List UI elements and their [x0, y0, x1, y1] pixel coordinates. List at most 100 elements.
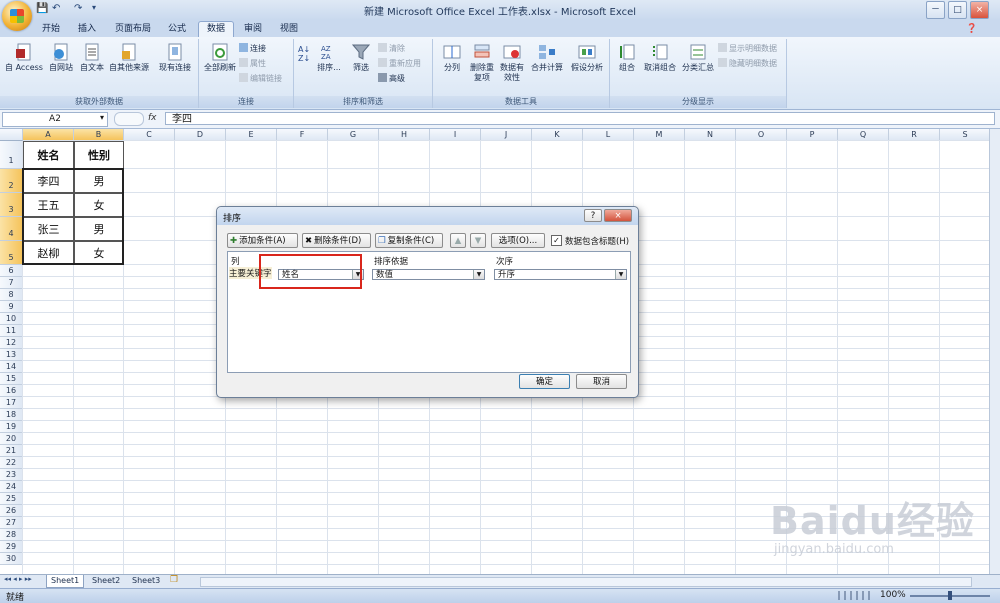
table-cell[interactable]: 男 — [74, 169, 124, 193]
connections-button[interactable]: 连接 — [239, 43, 266, 54]
what-if-analysis-button[interactable]: 假设分析 — [567, 43, 607, 73]
sheet-nav-icon[interactable]: ◂◂ ◂ ▸ ▸▸ — [4, 575, 32, 583]
redo-icon[interactable]: ↷ — [74, 3, 82, 17]
row-header-28[interactable]: 28 — [0, 529, 23, 541]
sheet-tab-sheet2[interactable]: Sheet2 — [88, 575, 124, 587]
existing-connections-button[interactable]: 现有连接 — [154, 43, 196, 73]
move-up-button[interactable]: ▲ — [450, 233, 466, 248]
undo-icon[interactable]: ↶ — [52, 3, 60, 17]
table-cell[interactable]: 王五 — [23, 193, 74, 217]
edit-links-button[interactable]: 编辑链接 — [239, 73, 282, 84]
sort-button[interactable]: AZ ZA 排序... — [312, 43, 346, 73]
row-header-24[interactable]: 24 — [0, 481, 23, 493]
cancel-button[interactable]: 取消 — [576, 374, 627, 389]
sort-order-select[interactable]: 升序 ▼ — [494, 269, 627, 280]
formula-cancel-enter-icon[interactable] — [114, 112, 144, 126]
tab-view[interactable]: 视图 — [274, 22, 304, 37]
row-header-22[interactable]: 22 — [0, 457, 23, 469]
remove-duplicates-button[interactable]: 删除重复项 — [467, 43, 497, 83]
copy-level-button[interactable]: ❐ 复制条件(C) — [375, 233, 443, 248]
row-header-29[interactable]: 29 — [0, 541, 23, 553]
table-cell[interactable]: 李四 — [23, 169, 74, 193]
tab-data[interactable]: 数据 — [198, 21, 234, 37]
ungroup-button[interactable]: 取消组合 — [642, 43, 678, 73]
sheet-tab-sheet1[interactable]: Sheet1 — [46, 575, 85, 588]
row-header-8[interactable]: 8 — [0, 289, 23, 301]
table-cell[interactable]: 男 — [74, 217, 124, 241]
text-to-columns-button[interactable]: 分列 — [437, 43, 467, 73]
from-web-button[interactable]: 自网站 — [44, 43, 78, 73]
row-header-6[interactable]: 6 — [0, 265, 23, 277]
move-down-button[interactable]: ▼ — [470, 233, 486, 248]
from-text-button[interactable]: 自文本 — [76, 43, 108, 73]
name-box[interactable]: A2 — [2, 112, 108, 127]
tab-formulas[interactable]: 公式 — [162, 22, 192, 37]
row-header-19[interactable]: 19 — [0, 421, 23, 433]
table-header-cell[interactable]: 姓名 — [23, 141, 74, 169]
row-header-30[interactable]: 30 — [0, 553, 23, 565]
refresh-all-button[interactable]: 全部刷新 — [201, 43, 239, 73]
group-button[interactable]: 组合 — [614, 43, 640, 73]
table-cell[interactable]: 女 — [74, 193, 124, 217]
row-header-11[interactable]: 11 — [0, 325, 23, 337]
from-access-button[interactable]: 自 Access — [4, 43, 44, 73]
row-header-25[interactable]: 25 — [0, 493, 23, 505]
add-level-button[interactable]: ✚ 添加条件(A) — [227, 233, 298, 248]
help-icon[interactable]: ❓ — [966, 24, 977, 34]
formula-input[interactable]: 李四 — [165, 112, 995, 125]
hide-detail-button[interactable]: 隐藏明细数据 — [718, 58, 777, 69]
row-header-17[interactable]: 17 — [0, 397, 23, 409]
row-header-7[interactable]: 7 — [0, 277, 23, 289]
row-header-16[interactable]: 16 — [0, 385, 23, 397]
ok-button[interactable]: 确定 — [519, 374, 570, 389]
insert-sheet-icon[interactable]: ❐ — [170, 575, 178, 585]
view-buttons-icon[interactable] — [838, 591, 874, 600]
fx-icon[interactable]: fx — [148, 113, 157, 123]
dialog-close-button[interactable]: × — [604, 209, 632, 222]
row-header-20[interactable]: 20 — [0, 433, 23, 445]
options-button[interactable]: 选项(O)... — [491, 233, 545, 248]
clear-button[interactable]: 清除 — [378, 43, 405, 54]
row-header-12[interactable]: 12 — [0, 337, 23, 349]
row-header-3[interactable]: 3 — [0, 193, 23, 217]
minimize-button[interactable]: － — [926, 1, 945, 19]
has-header-checkbox[interactable]: ✓ — [551, 235, 562, 246]
row-header-10[interactable]: 10 — [0, 313, 23, 325]
qat-dropdown-icon[interactable]: ▾ — [92, 3, 96, 17]
from-other-sources-button[interactable]: 自其他来源 — [106, 43, 152, 73]
sort-az-icon[interactable]: A↓ Z↓ — [298, 45, 310, 63]
close-button[interactable]: × — [970, 1, 989, 19]
table-cell[interactable]: 赵柳 — [23, 241, 74, 265]
row-header-27[interactable]: 27 — [0, 517, 23, 529]
select-all-corner[interactable] — [0, 129, 23, 141]
row-header-14[interactable]: 14 — [0, 361, 23, 373]
tab-review[interactable]: 审阅 — [238, 22, 268, 37]
delete-level-button[interactable]: ✖ 删除条件(D) — [302, 233, 371, 248]
row-header-5[interactable]: 5 — [0, 241, 23, 265]
row-header-26[interactable]: 26 — [0, 505, 23, 517]
table-header-cell[interactable]: 性别 — [74, 141, 124, 169]
show-detail-button[interactable]: 显示明细数据 — [718, 43, 777, 54]
office-button[interactable] — [2, 1, 32, 31]
consolidate-button[interactable]: 合并计算 — [529, 43, 565, 73]
advanced-button[interactable]: 高级 — [378, 73, 405, 84]
table-cell[interactable]: 张三 — [23, 217, 74, 241]
name-box-dropdown-icon[interactable]: ▾ — [100, 113, 104, 122]
dialog-help-button[interactable]: ? — [584, 209, 602, 222]
reapply-button[interactable]: 重新应用 — [378, 58, 421, 69]
data-validation-button[interactable]: 数据有效性 — [497, 43, 527, 83]
row-header-23[interactable]: 23 — [0, 469, 23, 481]
properties-button[interactable]: 属性 — [239, 58, 266, 69]
tab-home[interactable]: 开始 — [36, 22, 66, 37]
dialog-title-bar[interactable]: 排序 ? × — [217, 207, 638, 225]
table-cell[interactable]: 女 — [74, 241, 124, 265]
save-icon[interactable]: 💾 — [36, 3, 48, 17]
tab-insert[interactable]: 插入 — [72, 22, 102, 37]
sheet-tab-sheet3[interactable]: Sheet3 — [128, 575, 164, 587]
row-header-2[interactable]: 2 — [0, 169, 23, 193]
row-header-1[interactable]: 1 — [0, 141, 23, 169]
subtotal-button[interactable]: 分类汇总 — [680, 43, 716, 73]
tab-page-layout[interactable]: 页面布局 — [110, 22, 156, 37]
row-header-15[interactable]: 15 — [0, 373, 23, 385]
sort-on-select[interactable]: 数值 ▼ — [372, 269, 485, 280]
